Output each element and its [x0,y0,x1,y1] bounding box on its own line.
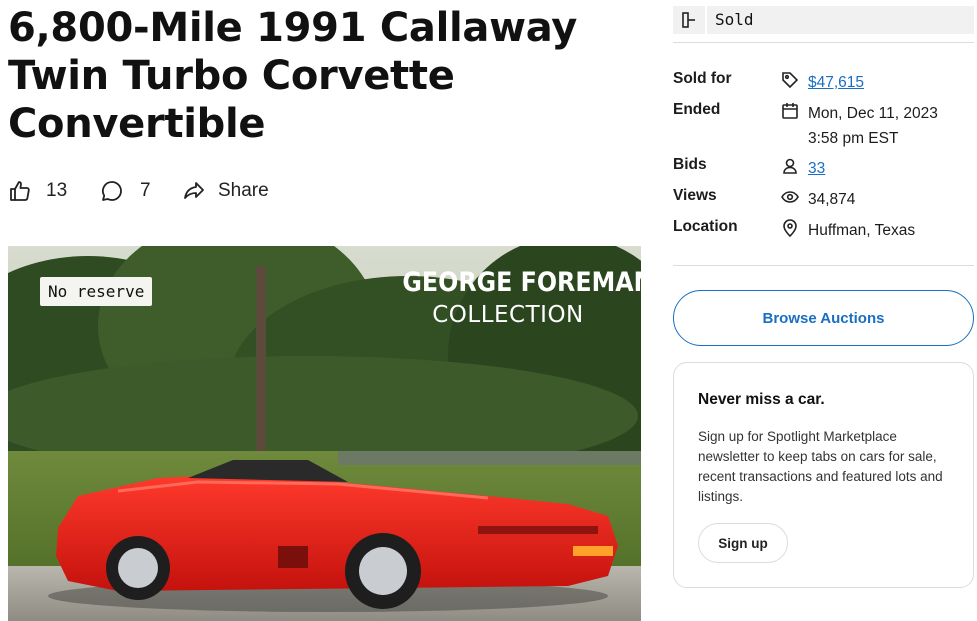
listing-title-line-3: Convertible [8,101,266,147]
hero-image[interactable]: No reserve GEORGE FOREMAN COLLECTION [8,246,641,621]
views-label: Views [673,187,717,204]
location-label: Location [673,218,738,235]
ended-date: Mon, Dec 11, 2023 [808,105,938,122]
collection-line-1: GEORGE FOREMAN [402,267,641,298]
share-label: Share [218,180,269,201]
user-icon [780,156,800,176]
collection-watermark: GEORGE FOREMAN COLLECTION [388,266,641,330]
status-label: Sold [707,6,974,34]
divider [673,42,974,43]
browse-auctions-button[interactable]: Browse Auctions [673,290,974,346]
comments-count: 7 [140,180,151,201]
newsletter-signup-card: Never miss a car. Sign up for Spotlight … [673,362,974,588]
ended-label: Ended [673,101,721,118]
newsletter-title: Never miss a car. [698,391,825,408]
like-button[interactable]: 13 [8,176,67,206]
bids-value[interactable]: 33 [808,156,825,181]
no-reserve-badge: No reserve [40,277,153,306]
listing-title-line-2: Twin Turbo Corvette [8,53,455,99]
views-value: 34,874 [808,191,856,208]
sold-for-label: Sold for [673,70,732,87]
likes-count: 13 [46,180,68,201]
sign-up-button[interactable]: Sign up [698,523,788,563]
listing-title-line-1: 6,800-Mile 1991 Callaway [8,5,578,51]
price-tag-icon [780,70,800,90]
collection-line-2: COLLECTION [432,302,584,328]
location-value: Huffman, Texas [808,222,916,239]
listing-title: 6,800-Mile 1991 Callaway Twin Turbo Corv… [8,4,648,148]
share-button[interactable]: Share [182,176,269,206]
map-pin-icon [780,218,800,238]
comments-button[interactable]: 7 [100,176,151,206]
divider [673,265,974,266]
ended-time: 3:58 pm EST [808,130,899,147]
thumbs-up-icon [10,181,30,201]
ended-datetime: Mon, Dec 11, 2023 3:58 pm EST [808,101,938,151]
newsletter-description: Sign up for Spotlight Marketplace newsle… [698,429,943,504]
bids-label: Bids [673,156,707,173]
eye-icon [780,187,800,207]
gavel-icon [682,12,695,28]
calendar-icon [780,101,800,121]
share-icon [184,182,204,199]
sold-for-value[interactable]: $47,615 [808,70,864,95]
auction-status: Sold [673,6,974,34]
comment-icon [101,181,122,201]
